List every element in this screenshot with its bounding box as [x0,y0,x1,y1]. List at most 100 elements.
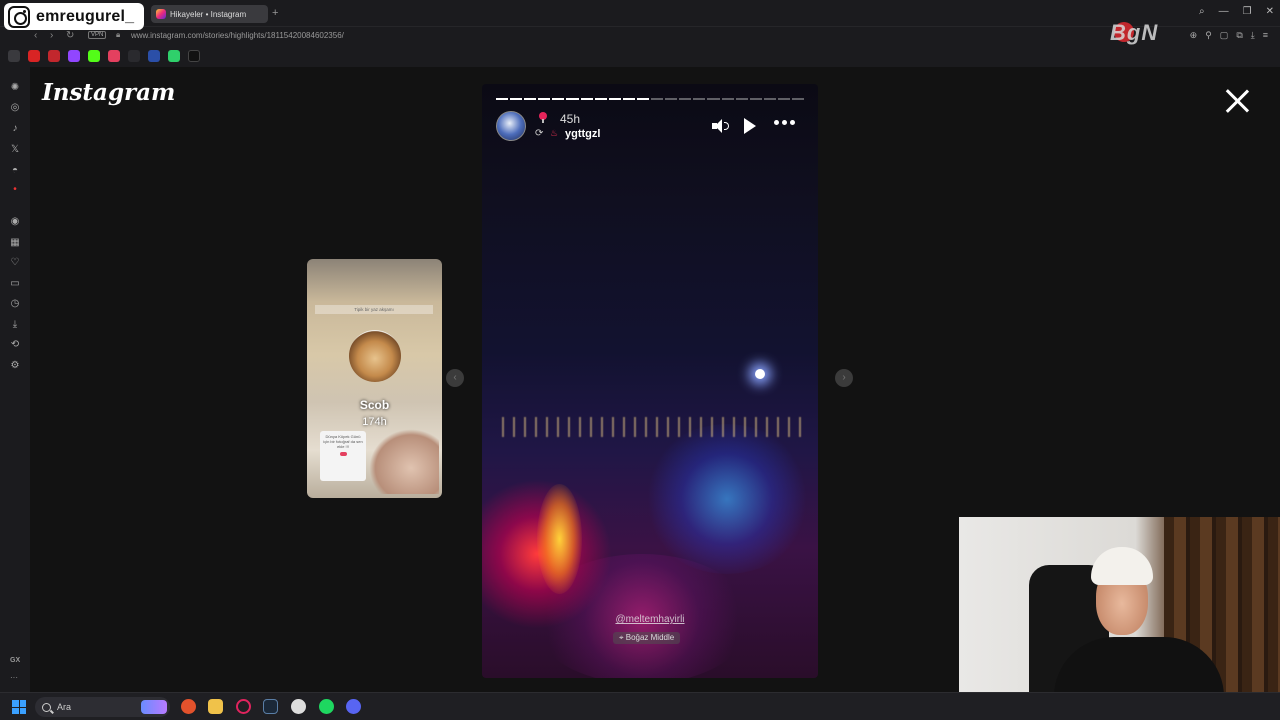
story-image-yellow-light [537,484,582,594]
webcam-overlay [959,517,1280,720]
progress-segment [580,98,593,100]
bookmark-tiktok-icon[interactable] [188,50,200,62]
sidebar-instagram-icon[interactable]: ◎ [9,102,21,114]
windows-start-icon[interactable] [12,700,26,714]
progress-segment [524,98,537,100]
restore-icon[interactable]: ❐ [1243,6,1252,17]
more-options-icon[interactable] [774,120,795,125]
zoom-icon[interactable]: ⊕ [1190,30,1198,41]
preview-time: 174h [362,416,387,428]
close-icon[interactable] [1224,88,1250,114]
taskbar-search[interactable]: Ara [35,697,170,717]
progress-segment [679,98,692,100]
sidebar-x-icon[interactable]: 𝕏 [9,144,21,156]
bookmark-youtube-icon[interactable] [28,50,40,62]
streamer-overlay: emreugurel_ [4,3,145,30]
progress-segment [735,98,748,100]
close-window-icon[interactable]: ✕ [1266,6,1274,17]
sidebar-notification-icon[interactable]: • [9,184,21,196]
bookmarks-bar [0,45,1280,67]
sidebar-heart-icon[interactable]: ♡ [9,257,21,269]
menu-icon[interactable]: ≡ [1263,30,1268,41]
progress-segment [749,98,762,100]
sidebar-tiktok-icon[interactable]: ♪ [9,123,21,135]
download-icon[interactable]: ⤓ [1251,30,1255,41]
story-location[interactable]: ⌖ Boğaz Middle [613,632,681,644]
previous-story-icon[interactable]: ‹ [446,369,464,387]
minimize-icon[interactable]: — [1219,6,1229,17]
preview-sticker-card: Dünya Köpek Günü için bir fotoğraf da se… [320,431,366,481]
play-icon[interactable] [744,118,756,134]
browser-sidebar: ✺ ◎ ♪ 𝕏 ◓ • ◉ ▦ ♡ ▭ ◷ ⤓ ⟲ ⚙ GX ··· [0,67,30,692]
sidebar-extensions-icon[interactable]: ⟲ [9,339,21,351]
lock-icon[interactable]: 🔒︎ [116,30,120,40]
sidebar-discord-icon[interactable]: ◓ [9,165,21,177]
bookmark-shield-icon[interactable] [148,50,160,62]
extensions-icon[interactable]: ⧉ [1236,30,1242,41]
bookmark-app-icon[interactable] [168,50,180,62]
preview-image [369,429,439,494]
story-username[interactable]: ygttgzl [565,128,600,140]
windows-taskbar: Ara [0,692,1280,720]
sidebar-apps-icon[interactable]: ▦ [9,237,21,249]
browser-tab-bar: Hikayeler • Instagram + ⌕ — ❐ ✕ [0,0,1280,27]
bookmark-kick-icon[interactable] [88,50,100,62]
bookmark-blank-icon[interactable] [128,50,140,62]
preview-sticker-text: Tipik bir yaz akşamı [315,305,433,314]
story-preview-card[interactable]: Tipik bir yaz akşamı Scob 174h Dünya Köp… [307,259,442,498]
reload-icon[interactable]: ↻ [66,30,74,41]
vpn-badge[interactable]: VPN [88,31,107,39]
instagram-favicon-icon [156,9,166,19]
taskbar-spotify-icon[interactable] [319,699,334,714]
instagram-logo-icon [8,5,30,28]
progress-segment [693,98,706,100]
bookmark-instagram-icon[interactable] [108,50,120,62]
new-tab-button[interactable]: + [272,8,278,19]
address-bar: ‹ › ↻ VPN 🔒︎ www.instagram.com/stories/h… [0,27,1280,45]
taskbar-opera-gx-icon[interactable] [236,699,251,714]
search-icon [42,702,51,712]
bookmark-gmail-icon[interactable] [48,50,60,62]
progress-segment [665,98,678,100]
tab-title: Hikayeler • Instagram [170,9,247,19]
snapshot-icon[interactable]: ▢ [1220,30,1229,41]
instagram-logo[interactable]: Instagram [42,79,175,106]
pin-icon[interactable]: ⚲ [1205,30,1212,41]
next-story-icon[interactable]: › [835,369,853,387]
preview-avatar [349,330,401,382]
aria-ai-icon[interactable]: ✺ [9,82,21,94]
taskbar-files-icon[interactable] [208,699,223,714]
bookmark-twitch-icon[interactable] [68,50,80,62]
progress-segment [566,98,579,100]
story-avatar[interactable] [496,111,526,141]
address-bar-tools: ⊕ ⚲ ▢ ⧉ ⤓ ≡ [1190,30,1268,41]
sidebar-settings-icon[interactable]: ⚙ [9,360,21,372]
story-mention[interactable]: @meltemhayirli [482,614,818,625]
search-icon[interactable]: ⌕ [1199,6,1205,17]
taskbar-discord-icon[interactable] [346,699,361,714]
sidebar-history-icon[interactable]: ◷ [9,298,21,310]
back-icon[interactable]: ‹ [34,30,37,41]
taskbar-firefox-icon[interactable] [181,699,196,714]
sidebar-spotify-icon[interactable]: ◉ [9,216,21,228]
gx-icon[interactable]: GX [10,657,20,664]
progress-segment [721,98,734,100]
sidebar-downloads-icon[interactable]: ⤓ [9,319,21,331]
progress-segment [608,98,621,100]
url-field[interactable]: www.instagram.com/stories/highlights/181… [131,31,344,40]
browser-tab-instagram[interactable]: Hikayeler • Instagram [151,5,268,23]
sidebar-more-icon[interactable]: ··· [10,673,18,682]
taskbar-steam-icon[interactable] [263,699,278,714]
active-story[interactable]: 45h ⟳ ♨ ygttgzl @meltemhayirli ⌖ Boğaz M… [482,84,818,678]
heart-badge-icon [339,452,347,456]
bookmark-gamepad-icon[interactable] [8,50,20,62]
screen: Hikayeler • Instagram + ⌕ — ❐ ✕ emreugur… [0,0,1280,720]
story-time: 45h [560,112,581,126]
user-emoji-icon: ♨ [550,128,559,138]
sidebar-wallet-icon[interactable]: ▭ [9,278,21,290]
forward-icon[interactable]: › [50,30,53,41]
progress-segment [791,98,805,100]
progress-segment [510,98,523,100]
taskbar-game-icon[interactable] [291,699,306,714]
progress-segment [763,98,776,100]
